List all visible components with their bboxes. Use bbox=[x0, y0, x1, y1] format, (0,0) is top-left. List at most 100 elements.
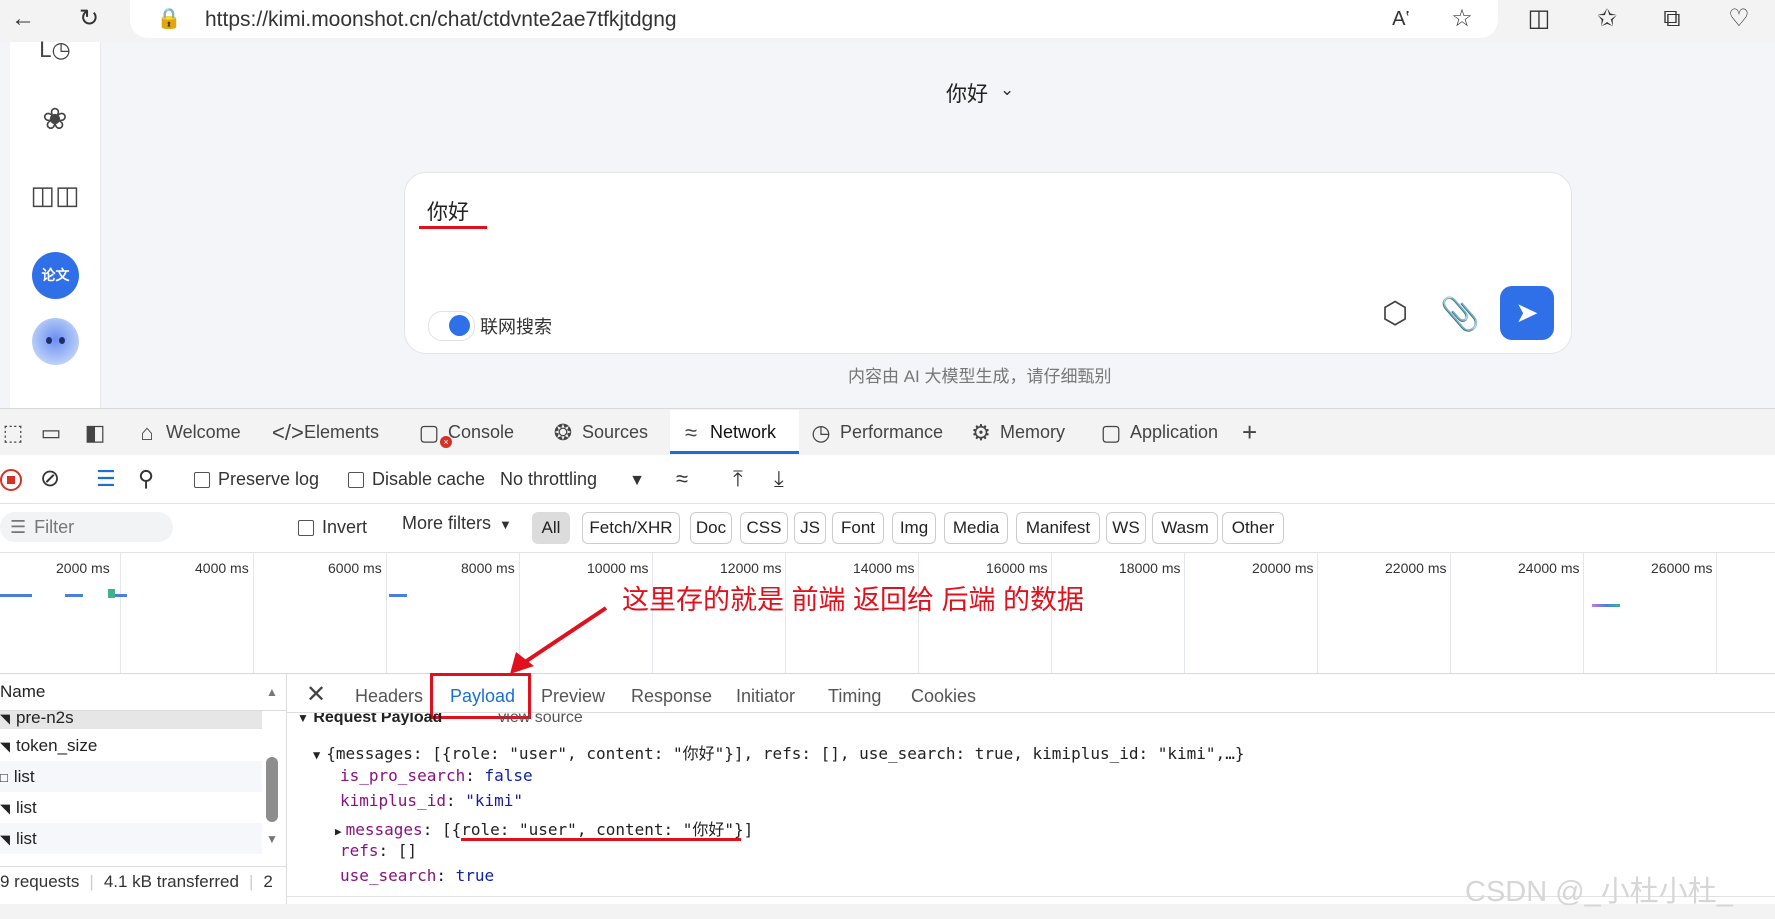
inspect-icon[interactable]: ⬚ bbox=[0, 410, 32, 454]
tab-sources[interactable]: ❂ Sources bbox=[550, 410, 648, 454]
chat-input-text[interactable]: 你好 bbox=[427, 196, 469, 226]
filter-type-doc[interactable]: Doc bbox=[690, 512, 732, 544]
ai-disclaimer: 内容由 AI 大模型生成，请仔细甄别 bbox=[848, 367, 1112, 386]
kimi-avatar-icon[interactable] bbox=[32, 318, 79, 365]
triangle-down-icon: ▼ bbox=[297, 713, 309, 725]
web-search-label: 联网搜索 bbox=[480, 317, 552, 337]
record-icon[interactable] bbox=[0, 462, 22, 496]
cube-icon[interactable]: ⬡ bbox=[1375, 294, 1415, 334]
timeline-gridline bbox=[1317, 553, 1318, 673]
disable-cache-checkbox[interactable]: Disable cache bbox=[348, 462, 485, 496]
payload-field-messages[interactable]: ▶ messages: [{role: "user", content: "你好"… bbox=[335, 816, 753, 840]
filter-type-css[interactable]: CSS bbox=[740, 512, 788, 544]
filter-type-other[interactable]: Other bbox=[1222, 512, 1284, 544]
payload-summary-row[interactable]: ▼ {messages: [{role: "user", content: "你好… bbox=[313, 740, 1244, 764]
filter-type-media[interactable]: Media bbox=[944, 512, 1008, 544]
payload-field: refs: [] bbox=[340, 841, 418, 860]
read-aloud-icon[interactable]: A‛ bbox=[1384, 4, 1418, 34]
favorites-icon[interactable]: ✩ bbox=[1590, 4, 1624, 34]
lock-icon[interactable]: 🔒 bbox=[152, 4, 186, 34]
chip-icon: ⚙ bbox=[971, 420, 991, 446]
tab-console[interactable]: ▢ Console bbox=[416, 410, 514, 454]
fetch-icon: ◥ bbox=[0, 832, 10, 847]
request-list-scrollbar[interactable] bbox=[266, 757, 278, 822]
throttling-select[interactable]: No throttling ▼ bbox=[500, 462, 645, 496]
dropdown-arrow-icon: ▼ bbox=[629, 472, 645, 489]
request-row[interactable]: ◥ token_size bbox=[0, 730, 262, 761]
add-tab-icon[interactable]: + bbox=[1242, 410, 1257, 454]
fetch-icon: ◥ bbox=[0, 801, 10, 816]
filter-row bbox=[0, 504, 1775, 553]
filter-toggle-icon[interactable]: ☰ bbox=[96, 462, 116, 496]
glasses-icon[interactable]: ◫◫ bbox=[30, 175, 80, 215]
preserve-log-checkbox[interactable]: Preserve log bbox=[194, 462, 319, 496]
filter-type-fetch-xhr[interactable]: Fetch/XHR bbox=[582, 512, 680, 544]
clear-icon[interactable]: ⊘ bbox=[40, 462, 60, 496]
timeline-gridline bbox=[120, 553, 121, 673]
tab-welcome[interactable]: ⌂ Welcome bbox=[134, 410, 240, 454]
filter-type-img[interactable]: Img bbox=[892, 512, 936, 544]
attachment-icon[interactable]: 📎 bbox=[1440, 294, 1480, 334]
tab-memory[interactable]: ⚙ Memory bbox=[968, 410, 1065, 454]
invert-checkbox[interactable]: Invert bbox=[298, 512, 367, 542]
timeline-label: 8000 ms bbox=[461, 560, 515, 576]
tab-initiator[interactable]: Initiator bbox=[736, 686, 795, 707]
url-text[interactable]: https://kimi.moonshot.cn/chat/ctdvnte2ae… bbox=[205, 8, 677, 32]
tab-response[interactable]: Response bbox=[631, 686, 712, 707]
annotation-underline bbox=[461, 838, 741, 841]
tab-cookies[interactable]: Cookies bbox=[911, 686, 976, 707]
request-row[interactable]: ◥ list bbox=[0, 823, 262, 854]
tab-application[interactable]: ▢ Application bbox=[1098, 410, 1218, 454]
health-icon[interactable]: ♡ bbox=[1722, 4, 1756, 34]
tab-timing[interactable]: Timing bbox=[828, 686, 881, 707]
tab-performance[interactable]: ◷ Performance bbox=[808, 410, 943, 454]
dock-icon[interactable]: ◧ bbox=[82, 410, 114, 454]
send-button[interactable]: ➤ bbox=[1500, 286, 1554, 340]
scroll-up-icon[interactable]: ▲ bbox=[266, 674, 278, 710]
document-icon: □ bbox=[0, 770, 8, 785]
tab-preview[interactable]: Preview bbox=[541, 686, 605, 707]
tab-headers[interactable]: Headers bbox=[355, 686, 423, 707]
request-row[interactable]: ◥ list bbox=[0, 792, 262, 823]
history-icon[interactable]: L◷ bbox=[30, 30, 80, 70]
close-icon[interactable]: ✕ bbox=[306, 680, 326, 709]
search-icon[interactable]: ⚲ bbox=[138, 462, 154, 496]
more-filters-select[interactable]: More filters ▼ bbox=[402, 508, 512, 538]
tab-network[interactable]: ≈ Network bbox=[670, 410, 799, 454]
filter-input[interactable]: ☰ Filter bbox=[0, 512, 173, 542]
download-icon[interactable]: ⤓ bbox=[774, 462, 784, 496]
filter-type-ws[interactable]: WS bbox=[1106, 512, 1146, 544]
payload-field: kimiplus_id: "kimi" bbox=[340, 791, 524, 810]
filter-type-all[interactable]: All bbox=[532, 512, 570, 544]
timeline-label: 18000 ms bbox=[1119, 560, 1181, 576]
filter-type-js[interactable]: JS bbox=[794, 512, 826, 544]
timeline-label: 20000 ms bbox=[1252, 560, 1314, 576]
split-screen-icon[interactable]: ◫ bbox=[1522, 4, 1556, 34]
tab-elements[interactable]: </>Elements bbox=[272, 410, 379, 454]
bug-icon: ❂ bbox=[553, 420, 573, 446]
flower-icon[interactable]: ❀ bbox=[30, 100, 80, 140]
request-row[interactable]: ◥ pre-n2s bbox=[0, 711, 262, 729]
filter-type-wasm[interactable]: Wasm bbox=[1152, 512, 1218, 544]
request-row[interactable]: □ list bbox=[0, 761, 262, 792]
triangle-right-icon: ▶ bbox=[335, 825, 342, 838]
scroll-down-icon[interactable]: ▼ bbox=[266, 832, 278, 846]
favorite-icon[interactable]: ☆ bbox=[1445, 4, 1479, 34]
collections-icon[interactable]: ⧉ bbox=[1655, 4, 1689, 34]
filter-type-manifest[interactable]: Manifest bbox=[1016, 512, 1100, 544]
request-list-header[interactable]: Name ▲ bbox=[0, 674, 286, 711]
timeline-request-bar bbox=[108, 589, 115, 598]
view-source-link[interactable]: view source bbox=[498, 713, 582, 725]
toggle-knob bbox=[449, 315, 470, 336]
upload-icon[interactable]: ⤒ bbox=[733, 462, 743, 496]
timeline-request-bar bbox=[1592, 604, 1620, 607]
network-conditions-icon[interactable]: ≈ bbox=[676, 462, 688, 496]
paper-assistant-icon[interactable]: 论文 bbox=[32, 252, 79, 299]
filter-type-font[interactable]: Font bbox=[832, 512, 884, 544]
request-summary: 9 requests | 4.1 kB transferred | 2 bbox=[0, 866, 286, 897]
chat-title[interactable]: 你好 bbox=[946, 78, 988, 108]
payload-section-header[interactable]: ▼ Request Payload view source bbox=[297, 713, 583, 725]
timeline-gridline bbox=[1583, 553, 1584, 673]
device-toolbar-icon[interactable]: ▭ bbox=[38, 410, 70, 454]
chevron-down-icon[interactable]: ⌄ bbox=[1000, 80, 1014, 100]
